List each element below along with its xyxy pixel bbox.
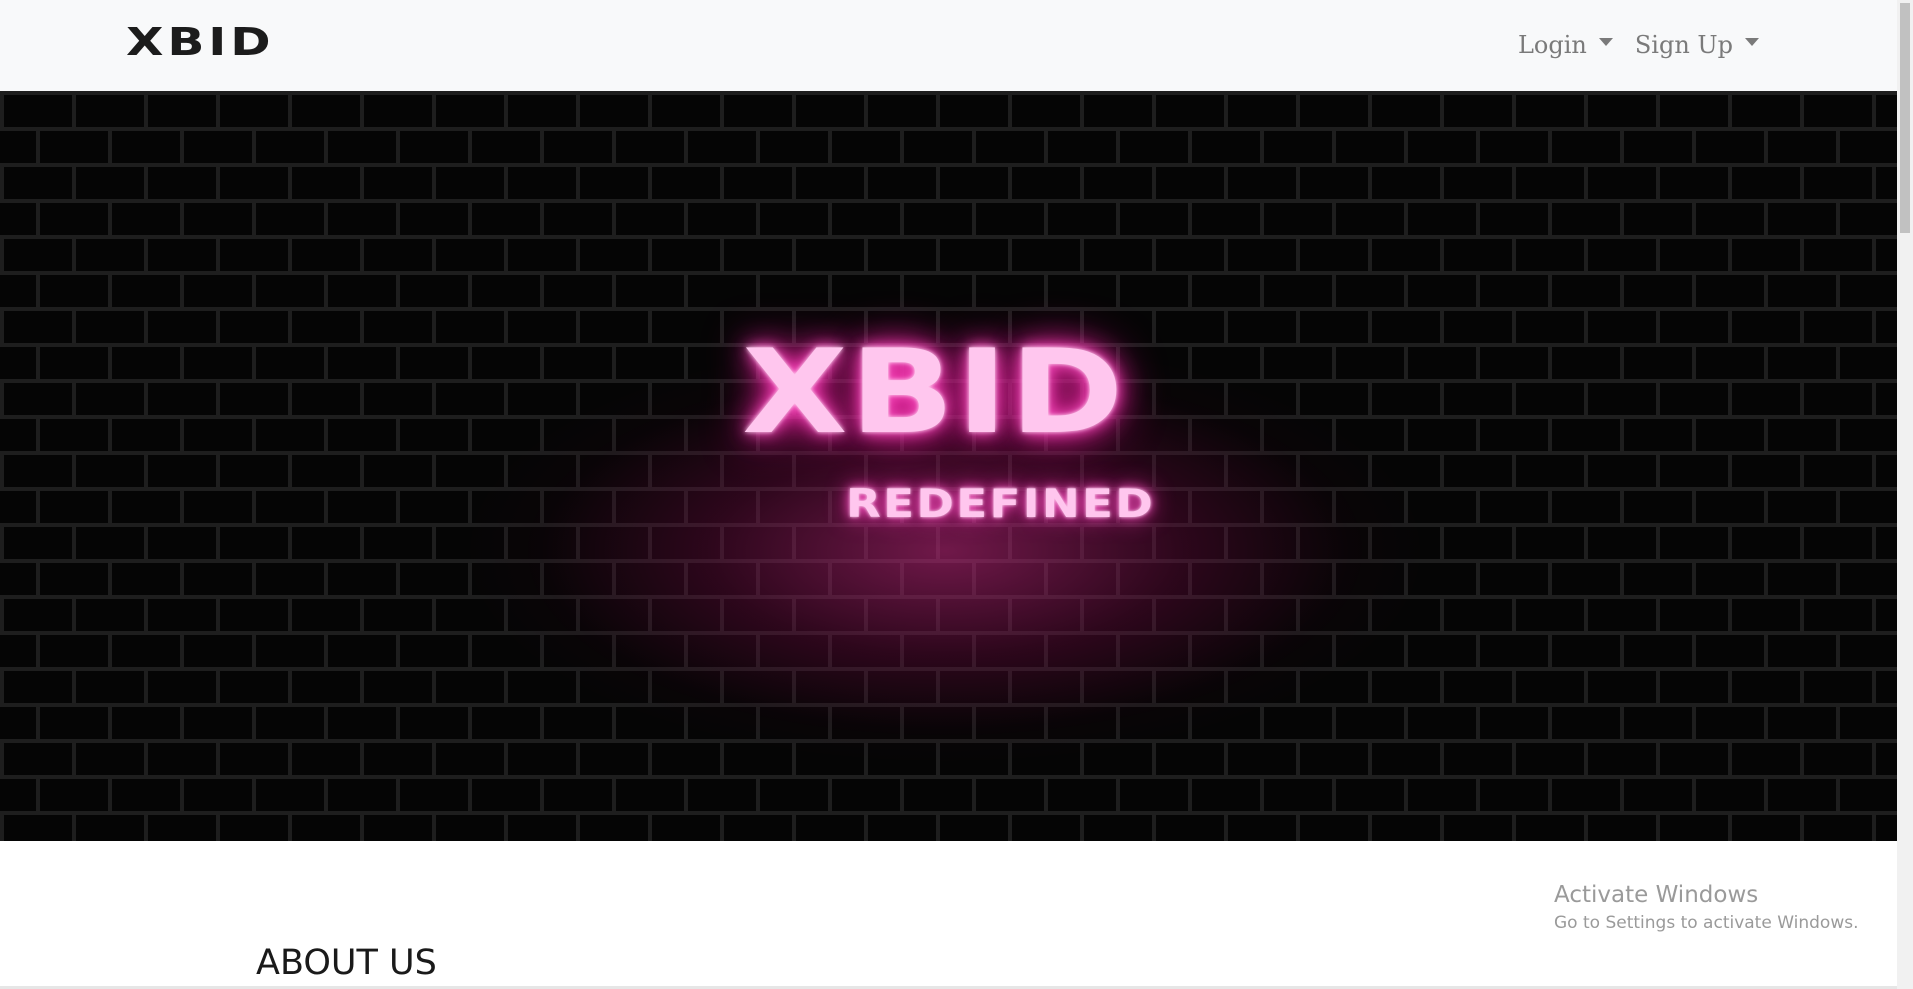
hero-banner [0, 91, 1897, 841]
vertical-scrollbar[interactable] [1897, 0, 1913, 989]
signup-label: Sign Up [1634, 31, 1733, 59]
activate-windows-watermark: Activate Windows Go to Settings to activ… [1554, 880, 1859, 936]
login-label: Login [1517, 31, 1587, 59]
navbar: XBID Login Sign Up [0, 0, 1897, 92]
signup-dropdown[interactable]: Sign Up [1635, 27, 1759, 63]
nav-menu: Login Sign Up [1518, 27, 1759, 63]
caret-down-icon [1598, 38, 1613, 46]
watermark-title: Activate Windows [1554, 882, 1759, 908]
login-dropdown[interactable]: Login [1518, 27, 1613, 63]
brand-logo[interactable]: XBID [126, 20, 274, 64]
hero-title: XBID [742, 325, 1126, 460]
about-us-heading: ABOUT US [256, 943, 437, 983]
hero-subtitle: REDEFINED [846, 482, 1156, 527]
caret-down-icon [1745, 38, 1759, 46]
brick-wall-background [0, 91, 1897, 841]
scrollbar-thumb[interactable] [1900, 3, 1910, 233]
watermark-subtitle: Go to Settings to activate Windows. [1554, 913, 1859, 933]
